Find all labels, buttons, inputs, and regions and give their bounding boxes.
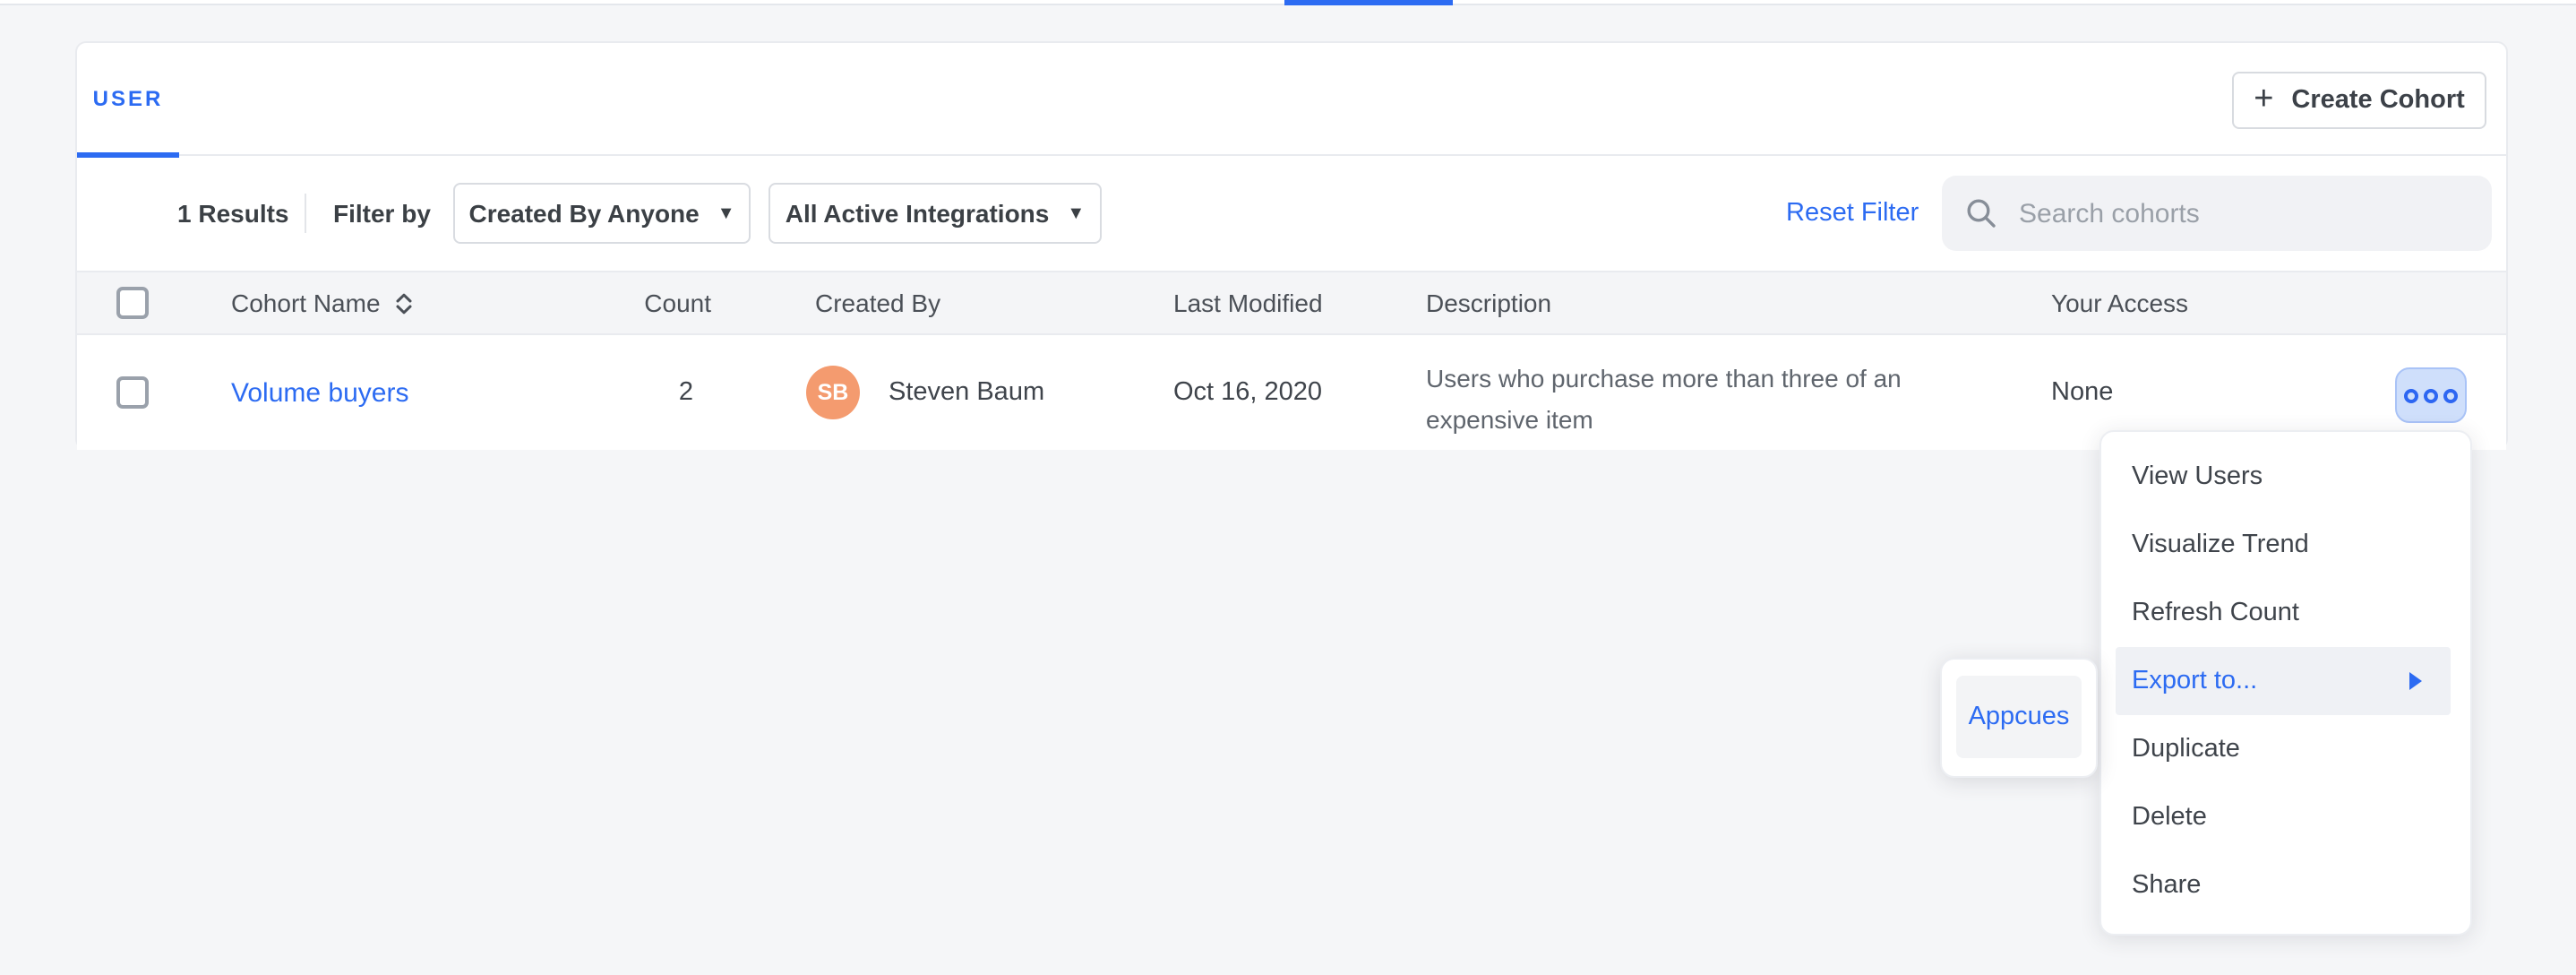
menu-item-refresh-count[interactable]: Refresh Count <box>2101 579 2470 647</box>
export-submenu: Appcues <box>1940 658 2098 778</box>
select-all-checkbox[interactable] <box>116 287 149 319</box>
active-nav-tab-indicator <box>1284 0 1453 5</box>
row-actions-button[interactable] <box>2395 367 2467 423</box>
created-by-cell: SB Steven Baum <box>806 335 1044 450</box>
cohort-name-link[interactable]: Volume buyers <box>231 377 408 408</box>
column-header-created-by[interactable]: Created By <box>815 272 940 333</box>
submenu-item-appcues[interactable]: Appcues <box>1956 676 2082 758</box>
tab-user-label: USER <box>93 86 164 111</box>
sort-updown-icon <box>395 291 415 315</box>
cohorts-page: USER + Create Cohort 1 Results Filter by… <box>0 0 2576 975</box>
cohorts-card: USER + Create Cohort 1 Results Filter by… <box>75 41 2508 450</box>
menu-item-export-to[interactable]: Export to... <box>2116 647 2451 715</box>
menu-item-export-to-label: Export to... <box>2132 667 2257 695</box>
created-by-dropdown-label: Created By Anyone <box>468 199 699 228</box>
filter-by-label: Filter by <box>333 156 431 271</box>
menu-item-visualize-trend[interactable]: Visualize Trend <box>2101 511 2470 579</box>
last-modified-cell: Oct 16, 2020 <box>1173 335 1322 450</box>
submenu-arrow-icon <box>2409 672 2422 690</box>
menu-item-view-users[interactable]: View Users <box>2101 443 2470 511</box>
cohort-name-header-label: Cohort Name <box>231 289 381 317</box>
create-cohort-label: Create Cohort <box>2291 86 2464 115</box>
more-dots-icon <box>2443 388 2458 402</box>
column-header-count[interactable]: Count <box>561 272 711 333</box>
tab-user[interactable]: USER <box>77 43 179 154</box>
column-header-cohort-name[interactable]: Cohort Name <box>231 272 415 333</box>
search-cohorts-box[interactable] <box>1942 176 2492 251</box>
reset-filter-link[interactable]: Reset Filter <box>1786 156 1919 271</box>
results-count: 1 Results <box>177 156 289 271</box>
cohort-count: 2 <box>561 335 711 450</box>
row-checkbox[interactable] <box>116 376 149 409</box>
integrations-dropdown-label: All Active Integrations <box>786 199 1050 228</box>
description-cell: Users who purchase more than three of an… <box>1426 358 1931 441</box>
avatar: SB <box>806 366 860 419</box>
create-cohort-button[interactable]: + Create Cohort <box>2232 72 2486 129</box>
row-actions-menu: View Users Visualize Trend Refresh Count… <box>2099 430 2472 936</box>
menu-item-delete[interactable]: Delete <box>2101 783 2470 851</box>
created-by-dropdown[interactable]: Created By Anyone ▼ <box>453 183 751 244</box>
filter-divider <box>305 194 306 233</box>
more-dots-icon <box>2404 388 2418 402</box>
creator-name: Steven Baum <box>889 378 1044 407</box>
caret-down-icon: ▼ <box>1067 203 1085 223</box>
column-header-your-access[interactable]: Your Access <box>2051 272 2188 333</box>
plus-icon: + <box>2254 82 2273 116</box>
integrations-dropdown[interactable]: All Active Integrations ▼ <box>769 183 1102 244</box>
caret-down-icon: ▼ <box>717 203 735 223</box>
table-header: Cohort Name Count Created By Last Modifi… <box>77 271 2506 335</box>
column-header-last-modified[interactable]: Last Modified <box>1173 272 1323 333</box>
column-header-description[interactable]: Description <box>1426 272 1551 333</box>
menu-item-share[interactable]: Share <box>2101 851 2470 919</box>
menu-item-duplicate[interactable]: Duplicate <box>2101 715 2470 783</box>
search-icon <box>1965 197 1997 229</box>
filter-bar: 1 Results Filter by Created By Anyone ▼ … <box>77 156 2506 271</box>
search-input[interactable] <box>2015 196 2470 230</box>
more-dots-icon <box>2424 388 2438 402</box>
tab-row: USER + Create Cohort <box>77 43 2506 156</box>
